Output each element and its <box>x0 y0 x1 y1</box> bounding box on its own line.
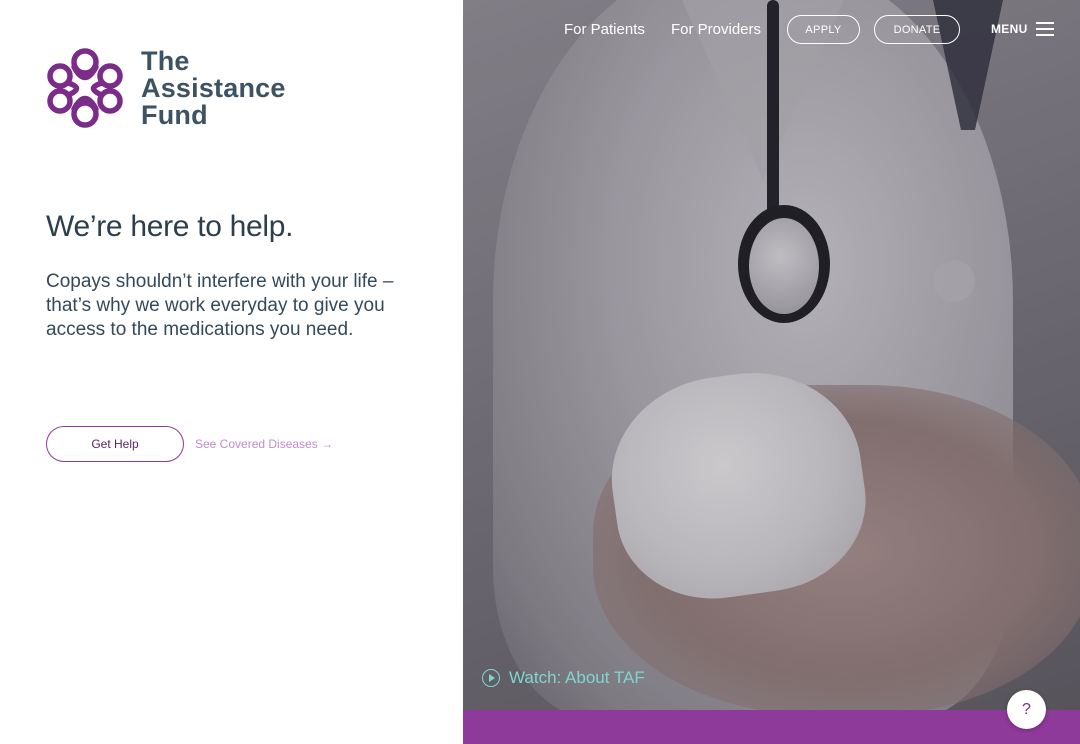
logo-line-3: Fund <box>141 99 208 130</box>
help-question-button[interactable]: ? <box>1007 690 1046 729</box>
logo-line-1: The <box>141 45 190 76</box>
see-covered-diseases-link[interactable]: See Covered Diseases → <box>195 437 333 451</box>
get-help-button[interactable]: Get Help <box>46 426 184 462</box>
play-circle-icon <box>482 669 500 687</box>
menu-button[interactable]: MENU <box>991 22 1054 36</box>
left-panel: The Assistance Fund We’re here to help. … <box>0 0 463 744</box>
menu-label: MENU <box>991 22 1028 36</box>
page: The Assistance Fund We’re here to help. … <box>0 0 1080 744</box>
nav-for-providers[interactable]: For Providers <box>671 21 761 38</box>
page-headline: We’re here to help. <box>46 210 294 243</box>
hero-image: For Patients For Providers APPLY DONATE … <box>463 0 1080 710</box>
logo-wordmark: The Assistance Fund <box>141 45 286 130</box>
apply-button[interactable]: APPLY <box>787 15 860 44</box>
nav-for-patients[interactable]: For Patients <box>564 21 645 38</box>
watch-video-link[interactable]: Watch: About TAF <box>482 668 645 688</box>
logo-line-2: Assistance <box>141 72 286 103</box>
intro-paragraph: Copays shouldn’t interfere with your lif… <box>46 271 394 340</box>
knot-flower-logo-icon <box>47 48 123 128</box>
hero-overlay <box>463 0 1080 710</box>
footer-accent-bar <box>463 710 1080 744</box>
hamburger-icon <box>1035 22 1054 36</box>
logo[interactable]: The Assistance Fund <box>46 45 286 131</box>
donate-button[interactable]: DONATE <box>874 15 960 44</box>
watch-label: Watch: About TAF <box>509 668 645 687</box>
